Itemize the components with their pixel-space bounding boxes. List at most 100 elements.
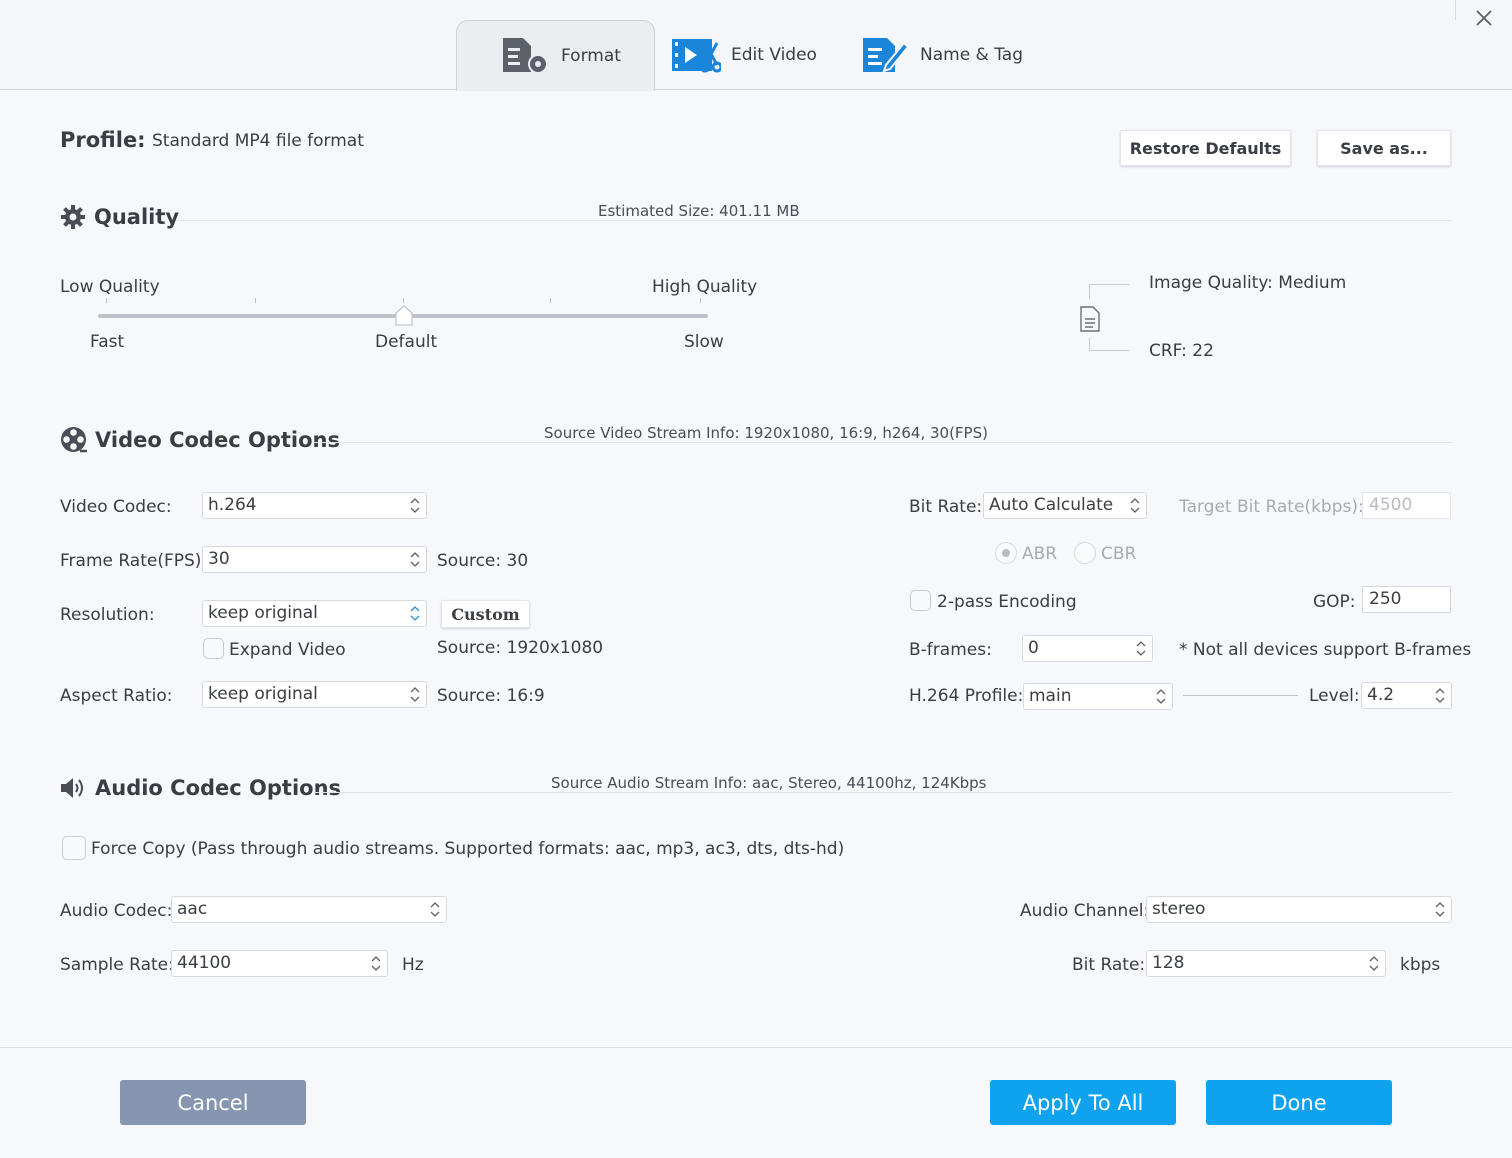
video-section-title: Video Codec Options [60,426,340,453]
sample-rate-label: Sample Rate: [60,955,174,975]
tab-bar: Format Edit Video Name & Tag [0,0,1512,91]
low-quality-label: Low Quality [60,277,160,297]
updown-arrows-icon [410,687,420,702]
tab-name-tag[interactable]: Name & Tag [862,20,1023,90]
estimated-size: Estimated Size: 401.11 MB [594,202,804,220]
updown-arrows-icon [1369,956,1379,971]
updown-arrows-icon [1130,498,1140,513]
audio-bitrate-label: Bit Rate: [1072,955,1146,975]
aspect-ratio-select[interactable]: keep original [202,681,427,708]
cancel-button[interactable]: Cancel [120,1080,306,1125]
bframes-select[interactable]: 0 [1022,635,1153,662]
slider-tick [106,298,107,303]
bframes-value: 0 [1028,638,1039,658]
video-bitrate-label: Bit Rate: [909,497,983,517]
two-pass-label: 2-pass Encoding [937,592,1077,612]
resolution-source: Source: 1920x1080 [437,638,604,658]
h264-profile-select[interactable]: main [1023,683,1173,710]
force-copy-checkbox[interactable] [62,836,86,860]
audio-source-info: Source Audio Stream Info: aac, Stereo, 4… [547,774,991,792]
divider [312,442,1452,443]
audio-codec-value: aac [177,899,208,919]
format-settings-icon [503,38,548,74]
expand-video-label: Expand Video [229,640,346,660]
profile-value: Standard MP4 file format [152,131,364,151]
frame-rate-select[interactable]: 30 [202,546,427,573]
frame-rate-source: Source: 30 [437,551,529,571]
tab-name-tag-label: Name & Tag [920,45,1023,65]
name-tag-icon [863,38,910,73]
video-bitrate-select[interactable]: Auto Calculate [983,492,1147,519]
high-quality-label: High Quality [652,277,758,297]
slider-tick [255,298,256,303]
resolution-value: keep original [208,603,318,623]
tab-format[interactable]: Format [456,20,655,91]
apply-to-all-button[interactable]: Apply To All [990,1080,1176,1125]
resolution-label: Resolution: [60,605,155,625]
bracket-line [1089,284,1129,299]
slider-tick [700,298,701,303]
slow-label: Slow [684,332,724,352]
audio-channel-select[interactable]: stereo [1146,896,1452,923]
done-button[interactable]: Done [1206,1080,1392,1125]
frame-rate-value: 30 [208,549,230,569]
aspect-ratio-label: Aspect Ratio: [60,686,173,706]
updown-arrows-icon [1435,902,1445,917]
close-icon[interactable] [1472,6,1496,30]
level-select[interactable]: 4.2 [1361,682,1452,709]
frame-rate-label: Frame Rate(FPS): [60,551,208,571]
sample-rate-unit: Hz [402,955,424,975]
audio-codec-select[interactable]: aac [171,896,447,923]
restore-defaults-button[interactable]: Restore Defaults [1120,130,1291,166]
divider [176,220,1452,221]
abr-radio[interactable] [995,542,1017,564]
fast-label: Fast [90,332,125,352]
crf-readout: CRF: 22 [1149,341,1214,361]
sample-rate-select[interactable]: 44100 [171,950,388,977]
audio-bitrate-select[interactable]: 128 [1146,950,1386,977]
quality-section-title: Quality [60,204,179,230]
gop-label: GOP: [1313,592,1356,612]
divider [0,1047,1512,1048]
updown-arrows-icon [1435,688,1445,703]
cbr-radio[interactable] [1074,542,1096,564]
updown-arrows-icon [430,902,440,917]
bframes-note: * Not all devices support B-frames [1179,640,1472,660]
aspect-ratio-value: keep original [208,684,318,704]
gop-input[interactable]: 250 [1362,586,1451,613]
document-icon [1080,306,1100,332]
slider-tick [403,298,404,303]
slider-thumb[interactable] [394,304,414,328]
gear-icon [61,205,85,229]
two-pass-checkbox[interactable] [910,590,931,611]
target-bitrate-label: Target Bit Rate(kbps): [1179,497,1364,517]
divider [314,792,1452,793]
custom-resolution-button[interactable]: Custom [441,600,530,628]
updown-arrows-icon [371,956,381,971]
target-bitrate-input[interactable]: 4500 [1362,492,1451,519]
h264-profile-value: main [1029,686,1072,706]
level-value: 4.2 [1367,685,1395,705]
expand-video-checkbox[interactable] [203,638,224,659]
profile-label: Profile: [60,128,146,152]
h264-profile-label: H.264 Profile: [909,686,1024,706]
audio-channel-label: Audio Channel: [1020,901,1150,921]
video-bitrate-value: Auto Calculate [989,495,1114,515]
quality-slider[interactable] [98,296,710,332]
resolution-select[interactable]: keep original [202,600,427,627]
video-codec-select[interactable]: h.264 [202,492,427,519]
force-copy-label: Force Copy (Pass through audio streams. … [91,839,845,859]
divider [1183,695,1298,696]
image-quality-readout: Image Quality: Medium [1149,273,1347,293]
video-codec-label: Video Codec: [60,497,172,517]
cbr-label: CBR [1101,544,1137,564]
quality-title: Quality [94,205,180,229]
edit-video-icon [672,39,721,73]
bracket-line [1089,338,1129,351]
film-reel-icon [61,427,87,453]
aspect-ratio-source: Source: 16:9 [437,686,545,706]
save-as-button[interactable]: Save as... [1317,130,1451,166]
audio-title: Audio Codec Options [95,776,342,800]
tab-edit-video[interactable]: Edit Video [671,20,817,90]
tab-format-label: Format [561,46,621,66]
